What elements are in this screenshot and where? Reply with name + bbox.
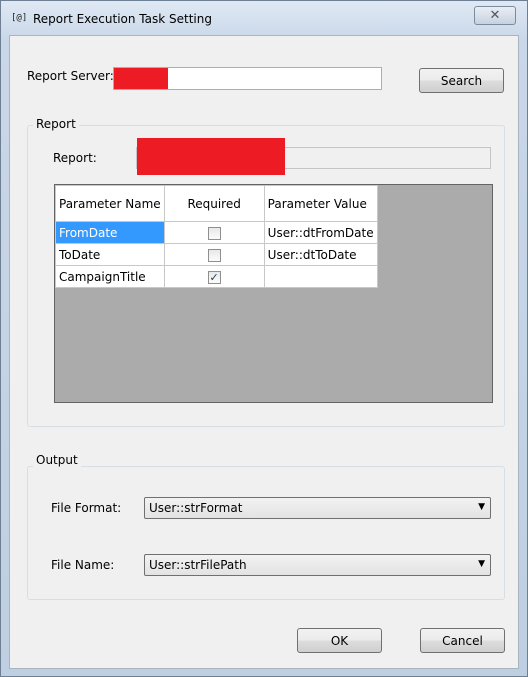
file-name-label: File Name: <box>51 558 115 572</box>
report-server-label: Report Server: <box>27 69 114 83</box>
table-row[interactable]: ToDate User::dtToDate <box>55 243 378 266</box>
file-format-value: User::strFormat <box>149 501 243 515</box>
file-name-dropdown[interactable]: User::strFilePath ▼ <box>144 554 491 576</box>
window-title: Report Execution Task Setting <box>33 12 212 26</box>
dialog-client-area: Report Server: Search Report Report: Par… <box>9 35 519 669</box>
table-header-row: Parameter Name Required Parameter Value <box>55 185 378 222</box>
report-label: Report: <box>53 151 97 165</box>
cancel-button[interactable]: Cancel <box>420 628 505 653</box>
title-bar[interactable]: [@] Report Execution Task Setting ✕ <box>1 1 527 35</box>
output-group-title: Output <box>33 453 81 467</box>
param-value-cell[interactable] <box>263 265 378 288</box>
file-name-value: User::strFilePath <box>149 558 247 572</box>
chevron-down-icon: ▼ <box>478 502 485 512</box>
chevron-down-icon: ▼ <box>478 559 485 569</box>
table-row[interactable]: CampaignTitle ✓ <box>55 265 378 288</box>
ok-button[interactable]: OK <box>297 628 382 653</box>
param-name-cell[interactable]: CampaignTitle <box>55 265 165 288</box>
table-row[interactable]: FromDate User::dtFromDate <box>55 221 378 244</box>
param-name-cell[interactable]: ToDate <box>55 243 165 266</box>
required-cell[interactable]: ✓ <box>163 265 265 288</box>
required-cell[interactable] <box>163 221 265 244</box>
dialog-window: [@] Report Execution Task Setting ✕ Repo… <box>0 0 528 677</box>
close-icon: ✕ <box>489 8 501 23</box>
column-header-parameter-value[interactable]: Parameter Value <box>263 185 378 222</box>
param-value-cell[interactable]: User::dtFromDate <box>263 221 378 244</box>
required-checkbox[interactable] <box>207 226 221 240</box>
parameter-table: Parameter Name Required Parameter Value … <box>55 185 378 288</box>
app-icon: [@] <box>11 13 28 23</box>
required-checkbox-checked[interactable]: ✓ <box>207 270 221 284</box>
column-header-parameter-name[interactable]: Parameter Name <box>55 185 165 222</box>
parameter-grid[interactable]: Parameter Name Required Parameter Value … <box>54 184 493 403</box>
search-button[interactable]: Search <box>419 68 504 93</box>
param-value-cell[interactable]: User::dtToDate <box>263 243 378 266</box>
file-format-dropdown[interactable]: User::strFormat ▼ <box>144 497 491 519</box>
file-format-label: File Format: <box>51 501 122 515</box>
redacted-report <box>137 138 285 175</box>
param-name-cell[interactable]: FromDate <box>55 221 165 244</box>
column-header-required[interactable]: Required <box>163 185 265 222</box>
required-cell[interactable] <box>163 243 265 266</box>
output-group <box>27 466 505 600</box>
required-checkbox[interactable] <box>207 248 221 262</box>
report-group-title: Report <box>33 117 79 131</box>
redacted-server <box>114 68 168 89</box>
close-button[interactable]: ✕ <box>474 6 516 25</box>
